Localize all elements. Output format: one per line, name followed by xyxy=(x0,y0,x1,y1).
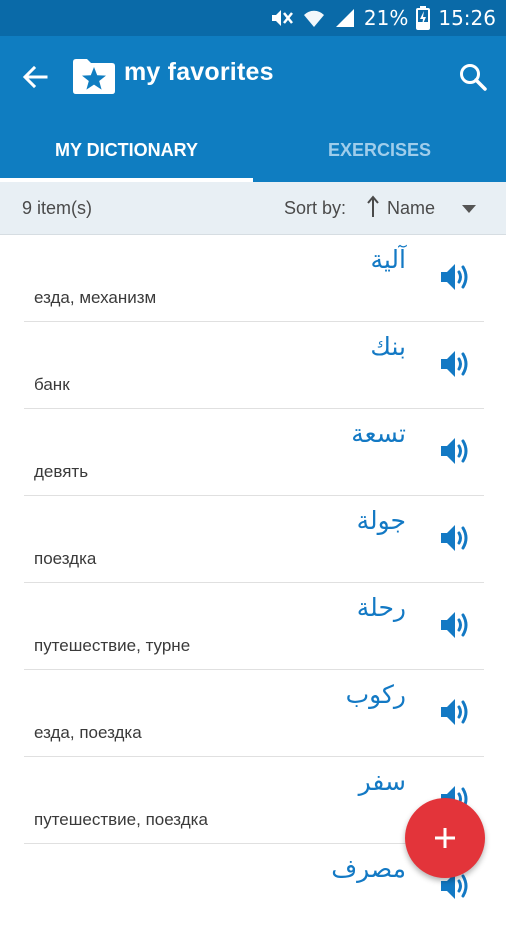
sort-label: Sort by: xyxy=(284,198,347,218)
arabic-word: تسعة xyxy=(351,419,406,448)
page-title: my favorites xyxy=(124,58,274,86)
add-icon xyxy=(435,828,455,848)
search-icon[interactable] xyxy=(458,62,488,92)
tab-exercises[interactable]: EXERCISES xyxy=(253,118,506,182)
battery-percent: 21% xyxy=(363,6,409,30)
arabic-word: بنك xyxy=(370,332,406,361)
add-word-button[interactable] xyxy=(405,798,485,878)
status-bar: 21% 15:26 xyxy=(0,0,506,36)
list-item[interactable]: رحلة путешествие, турне xyxy=(0,583,506,670)
arabic-word: ركوب xyxy=(345,680,406,709)
arabic-word: جولة xyxy=(356,506,406,535)
speaker-icon[interactable] xyxy=(438,347,472,381)
folder-star-icon xyxy=(73,59,115,94)
speaker-icon[interactable] xyxy=(438,260,472,294)
arabic-word: سفر xyxy=(358,767,406,796)
list-item[interactable]: بنك банк xyxy=(0,322,506,409)
speaker-icon[interactable] xyxy=(438,521,472,555)
status-icons: 21% 15:26 xyxy=(270,0,496,36)
translation: езда, механизм xyxy=(34,288,157,307)
battery-charging-icon xyxy=(416,6,431,30)
mute-icon xyxy=(271,10,293,26)
speaker-icon[interactable] xyxy=(438,695,472,729)
wifi-icon xyxy=(303,10,324,27)
arrow-back-icon[interactable] xyxy=(20,62,50,92)
tab-my-dictionary[interactable]: MY DICTIONARY xyxy=(0,118,253,182)
translation: езда, поездка xyxy=(34,723,142,742)
speaker-icon[interactable] xyxy=(438,608,472,642)
arabic-word: مصرف xyxy=(331,854,406,883)
arabic-word: رحلة xyxy=(356,593,406,622)
list-item[interactable]: جولة поездка xyxy=(0,496,506,583)
tab-label: MY DICTIONARY xyxy=(54,139,198,160)
arabic-word: آلية xyxy=(370,245,406,274)
list-item[interactable]: آلية езда, механизм xyxy=(0,235,506,322)
sort-ascending-icon[interactable] xyxy=(366,194,380,218)
translation: банк xyxy=(34,375,70,394)
signal-icon xyxy=(335,9,354,27)
sort-value[interactable]: Name xyxy=(387,198,435,219)
clock: 15:26 xyxy=(438,6,496,30)
list-item[interactable]: ركوب езда, поездка xyxy=(0,670,506,757)
translation: путешествие, поездка xyxy=(34,810,208,829)
item-count: 9 item(s) xyxy=(22,198,93,218)
sort-bar: 9 item(s) Sort by: Name xyxy=(0,182,506,235)
app-bar: my favorites xyxy=(0,36,506,118)
list-item[interactable]: تسعة девять xyxy=(0,409,506,496)
tab-bar: MY DICTIONARY EXERCISES xyxy=(0,118,506,182)
speaker-icon[interactable] xyxy=(438,434,472,468)
tab-label: EXERCISES xyxy=(327,139,432,160)
translation: поездка xyxy=(34,549,97,568)
translation: девять xyxy=(34,462,89,481)
translation: путешествие, турне xyxy=(34,636,191,655)
dropdown-caret-icon[interactable] xyxy=(462,204,476,214)
